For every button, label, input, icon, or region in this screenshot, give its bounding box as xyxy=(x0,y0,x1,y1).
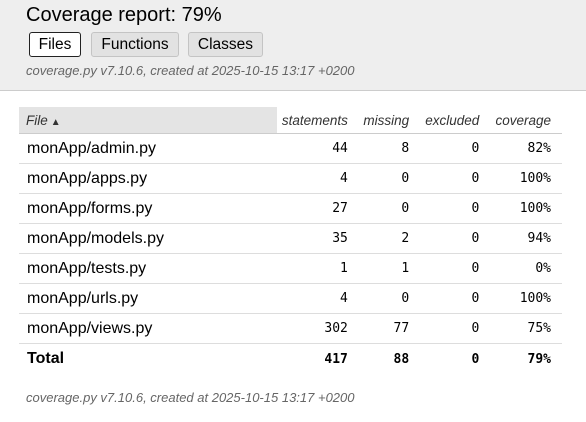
cell-excluded: 0 xyxy=(421,313,492,344)
cell-coverage: 100% xyxy=(491,193,562,224)
footer-created-at-text: coverage.py v7.10.6, created at 2025-10-… xyxy=(26,390,355,405)
cell-missing: 8 xyxy=(359,133,422,164)
cell-statements: 417 xyxy=(324,351,348,367)
tab-classes[interactable]: Classes xyxy=(188,32,263,57)
tab-files[interactable]: Files xyxy=(29,32,81,57)
cell-missing: 0 xyxy=(359,283,422,314)
cell-coverage: 100% xyxy=(491,163,562,194)
cell-statements: 35 xyxy=(277,223,360,254)
column-header-file-label: File xyxy=(26,112,48,128)
file-link[interactable]: monApp/urls.py xyxy=(19,283,277,314)
column-header-excluded[interactable]: excluded xyxy=(421,107,492,134)
cell-excluded: 0 xyxy=(471,351,480,367)
cell-statements: 27 xyxy=(277,193,360,224)
created-at-text: coverage.py v7.10.6, created at 2025-10-… xyxy=(26,63,355,78)
cell-coverage: 79% xyxy=(527,351,551,367)
file-link[interactable]: monApp/models.py xyxy=(19,223,277,254)
table-row: monApp/tests.py 1 1 0 0% xyxy=(19,253,562,284)
table-row: monApp/urls.py 4 0 0 100% xyxy=(19,283,562,314)
cell-coverage: 94% xyxy=(491,223,562,254)
cell-statements: 4 xyxy=(277,283,360,314)
report-header: Coverage report: 79% Files Functions Cla… xyxy=(0,0,586,91)
column-header-statements[interactable]: statements xyxy=(277,107,360,134)
file-link[interactable]: monApp/admin.py xyxy=(19,133,277,164)
cell-excluded: 0 xyxy=(421,133,492,164)
column-header-coverage[interactable]: coverage xyxy=(491,107,562,134)
sort-ascending-icon: ▲ xyxy=(50,116,61,128)
page-title: Coverage report: 79% xyxy=(26,4,222,26)
cell-missing: 2 xyxy=(359,223,422,254)
table-row: monApp/forms.py 27 0 0 100% xyxy=(19,193,562,224)
file-link[interactable]: monApp/forms.py xyxy=(19,193,277,224)
table-row: monApp/admin.py 44 8 0 82% xyxy=(19,133,562,164)
file-link[interactable]: monApp/views.py xyxy=(19,313,277,344)
column-header-file[interactable]: File ▲ xyxy=(19,107,277,134)
table-row: monApp/apps.py 4 0 0 100% xyxy=(19,163,562,194)
cell-missing: 77 xyxy=(359,313,422,344)
file-link[interactable]: monApp/tests.py xyxy=(19,253,277,284)
column-header-missing[interactable]: missing xyxy=(359,107,422,134)
coverage-table: File ▲ statements missing excluded covera… xyxy=(19,107,562,374)
cell-coverage: 75% xyxy=(491,313,562,344)
cell-missing: 1 xyxy=(359,253,422,284)
table-row: monApp/views.py 302 77 0 75% xyxy=(19,313,562,344)
cell-coverage: 82% xyxy=(491,133,562,164)
cell-excluded: 0 xyxy=(421,223,492,254)
table-header-row: File ▲ statements missing excluded covera… xyxy=(19,107,562,134)
cell-excluded: 0 xyxy=(421,283,492,314)
tab-functions[interactable]: Functions xyxy=(91,32,179,57)
cell-statements: 302 xyxy=(277,313,360,344)
table-row: monApp/models.py 35 2 0 94% xyxy=(19,223,562,254)
table-body: monApp/admin.py 44 8 0 82% monApp/apps.py 4 0 0 1… xyxy=(19,133,562,375)
cell-excluded: 0 xyxy=(421,253,492,284)
cell-missing: 88 xyxy=(393,351,410,367)
cell-statements: 1 xyxy=(277,253,360,284)
cell-excluded: 0 xyxy=(421,163,492,194)
total-row: Total 417 88 0 79% xyxy=(19,344,562,375)
cell-excluded: 0 xyxy=(421,193,492,224)
cell-missing: 0 xyxy=(359,163,422,194)
total-label: Total xyxy=(27,350,65,367)
cell-coverage: 0% xyxy=(491,253,562,284)
file-link[interactable]: monApp/apps.py xyxy=(19,163,277,194)
cell-missing: 0 xyxy=(359,193,422,224)
cell-statements: 4 xyxy=(277,163,360,194)
cell-coverage: 100% xyxy=(491,283,562,314)
cell-statements: 44 xyxy=(277,133,360,164)
